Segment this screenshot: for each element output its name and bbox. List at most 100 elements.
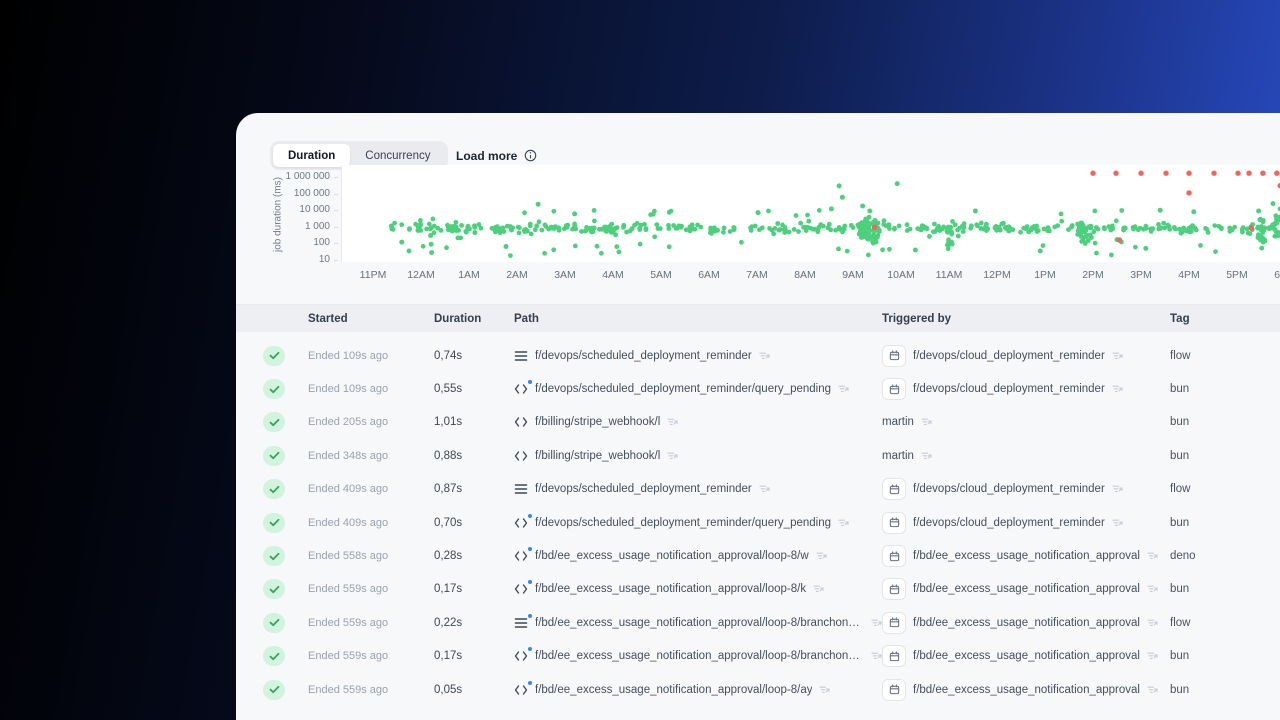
table-row[interactable]: Ended 409s ago 0,70s f/devops/scheduled_de… (236, 506, 1280, 539)
run-duration: 0,17s (434, 583, 463, 596)
run-started: Ended 559s ago (308, 616, 389, 629)
column-started: Started (308, 312, 348, 325)
filter-by-trigger-icon[interactable] (1147, 685, 1158, 695)
run-path-link[interactable]: f/devops/scheduled_deployment_reminder (535, 350, 752, 362)
run-path-link[interactable]: f/billing/stripe_webhook/l (535, 416, 660, 428)
schedule-icon (882, 611, 906, 634)
column-path: Path (514, 312, 539, 325)
code-icon (514, 547, 532, 562)
code-icon (514, 680, 532, 696)
run-trigger-link[interactable]: f/devops/cloud_deployment_reminder (913, 350, 1105, 362)
draft-dot-icon (528, 680, 532, 685)
table-row[interactable]: Ended 109s ago 0,55s f/devops/scheduled_de… (236, 372, 1280, 405)
filter-by-path-icon[interactable] (816, 551, 827, 561)
y-tick-label: 1 000 000 (285, 171, 331, 182)
table-row[interactable]: Ended 109s ago 0,74s f/devops/scheduled_de… (236, 339, 1280, 372)
run-started: Ended 409s ago (308, 483, 389, 496)
table-row[interactable]: Ended 559s ago 0,05s f/bd/ee_excess_usage_… (236, 673, 1280, 706)
code-icon (514, 513, 532, 529)
run-trigger-link[interactable]: f/devops/cloud_deployment_reminder (913, 383, 1105, 395)
filter-by-trigger-icon[interactable] (1147, 618, 1158, 628)
filter-by-path-icon[interactable] (667, 417, 678, 427)
run-trigger-link[interactable]: martin (882, 416, 914, 428)
runs-panel: Duration Concurrency Load more job durat… (236, 113, 1280, 720)
table-row[interactable]: Ended 348s ago 0,88s f/billing/stripe_webh… (236, 439, 1280, 472)
run-trigger-link[interactable]: f/bd/ee_excess_usage_notification_approv… (913, 550, 1140, 562)
tab-duration[interactable]: Duration (273, 144, 351, 167)
filter-by-path-icon[interactable] (667, 451, 678, 461)
filter-by-trigger-icon[interactable] (1112, 384, 1123, 394)
table-row[interactable]: Ended 558s ago 0,28s f/bd/ee_excess_usage_… (236, 539, 1280, 572)
run-path-link[interactable]: f/devops/scheduled_deployment_reminder (535, 483, 752, 495)
filter-by-trigger-icon[interactable] (1112, 484, 1123, 494)
filter-by-trigger-icon[interactable] (921, 417, 932, 427)
table-row[interactable]: Ended 409s ago 0,87s f/devops/scheduled_de… (236, 473, 1280, 506)
filter-by-path-icon[interactable] (871, 651, 882, 661)
success-check-badge (263, 546, 285, 567)
table-header: Started Duration Path Triggered by Tag (236, 304, 1280, 332)
run-path-link[interactable]: f/bd/ee_excess_usage_notification_approv… (535, 650, 864, 662)
filter-by-path-icon[interactable] (871, 618, 882, 628)
run-trigger-link[interactable]: f/bd/ee_excess_usage_notification_approv… (913, 583, 1140, 595)
draft-dot-icon (528, 647, 532, 652)
filter-by-path-icon[interactable] (838, 518, 849, 528)
run-duration: 0,22s (434, 616, 463, 629)
draft-dot-icon (528, 613, 532, 618)
run-path-link[interactable]: f/bd/ee_excess_usage_notification_approv… (535, 550, 809, 562)
filter-by-trigger-icon[interactable] (1112, 351, 1123, 361)
success-check-badge (263, 679, 285, 700)
tab-concurrency[interactable]: Concurrency (350, 144, 445, 167)
schedule-icon (882, 678, 906, 701)
run-duration: 0,74s (434, 349, 463, 362)
success-check-badge (263, 612, 285, 633)
run-duration: 0,05s (434, 683, 463, 696)
code-icon (514, 450, 528, 462)
table-row[interactable]: Ended 559s ago 0,17s f/bd/ee_excess_usage_… (236, 640, 1280, 673)
run-tag: bun (1170, 650, 1190, 663)
info-icon[interactable] (524, 149, 537, 162)
table-row[interactable]: Ended 559s ago 0,17s f/bd/ee_excess_usage_… (236, 573, 1280, 606)
run-trigger-link[interactable]: f/bd/ee_excess_usage_notification_approv… (913, 684, 1140, 696)
success-check-badge (263, 379, 285, 400)
run-trigger-link[interactable]: f/devops/cloud_deployment_reminder (913, 483, 1105, 495)
filter-by-trigger-icon[interactable] (921, 451, 932, 461)
duration-chart: job duration (ms) 10 100 1 000 10 000 100 00… (236, 165, 1280, 295)
run-path-link[interactable]: f/billing/stripe_webhook/l (535, 450, 660, 462)
success-check-badge (263, 579, 285, 600)
success-check-badge (263, 479, 285, 500)
run-tag: bun (1170, 683, 1190, 696)
run-started: Ended 348s ago (308, 449, 389, 462)
schedule-icon (882, 511, 906, 534)
run-duration: 0,88s (434, 449, 463, 462)
table-row[interactable]: Ended 205s ago 1,01s f/billing/stripe_webh… (236, 406, 1280, 439)
filter-by-trigger-icon[interactable] (1112, 518, 1123, 528)
filter-by-trigger-icon[interactable] (1147, 651, 1158, 661)
filter-by-trigger-icon[interactable] (1147, 584, 1158, 594)
filter-by-path-icon[interactable] (819, 685, 831, 695)
run-path-link[interactable]: f/bd/ee_excess_usage_notification_approv… (535, 583, 806, 595)
run-tag: flow (1170, 483, 1191, 496)
filter-by-path-icon[interactable] (759, 351, 770, 361)
filter-by-path-icon[interactable] (838, 384, 849, 394)
run-path-link[interactable]: f/bd/ee_excess_usage_notification_approv… (535, 684, 812, 696)
load-more-label: Load more (456, 148, 518, 163)
run-started: Ended 109s ago (308, 383, 389, 396)
table-row[interactable]: Ended 559s ago 0,22s f/bd/ee_excess_usage_… (236, 606, 1280, 639)
run-started: Ended 205s ago (308, 416, 389, 429)
run-tag: flow (1170, 616, 1191, 629)
run-path-link[interactable]: f/devops/scheduled_deployment_reminder/q… (535, 517, 831, 529)
run-duration: 0,28s (434, 550, 463, 563)
y-tick-label: 1 000 (304, 220, 330, 232)
filter-by-path-icon[interactable] (813, 584, 824, 594)
run-trigger-link[interactable]: f/bd/ee_excess_usage_notification_approv… (913, 617, 1140, 629)
x-tick-label: 6PM (1274, 269, 1280, 281)
scatter-plot[interactable] (341, 165, 1280, 265)
run-path-link[interactable]: f/devops/scheduled_deployment_reminder/q… (535, 383, 831, 395)
run-trigger-link[interactable]: f/devops/cloud_deployment_reminder (913, 517, 1105, 529)
filter-by-path-icon[interactable] (759, 484, 770, 494)
filter-by-trigger-icon[interactable] (1147, 551, 1158, 561)
run-trigger-link[interactable]: f/bd/ee_excess_usage_notification_approv… (913, 650, 1140, 662)
run-trigger-link[interactable]: martin (882, 450, 914, 462)
run-path-link[interactable]: f/bd/ee_excess_usage_notification_approv… (535, 617, 864, 629)
success-check-badge (263, 445, 285, 466)
